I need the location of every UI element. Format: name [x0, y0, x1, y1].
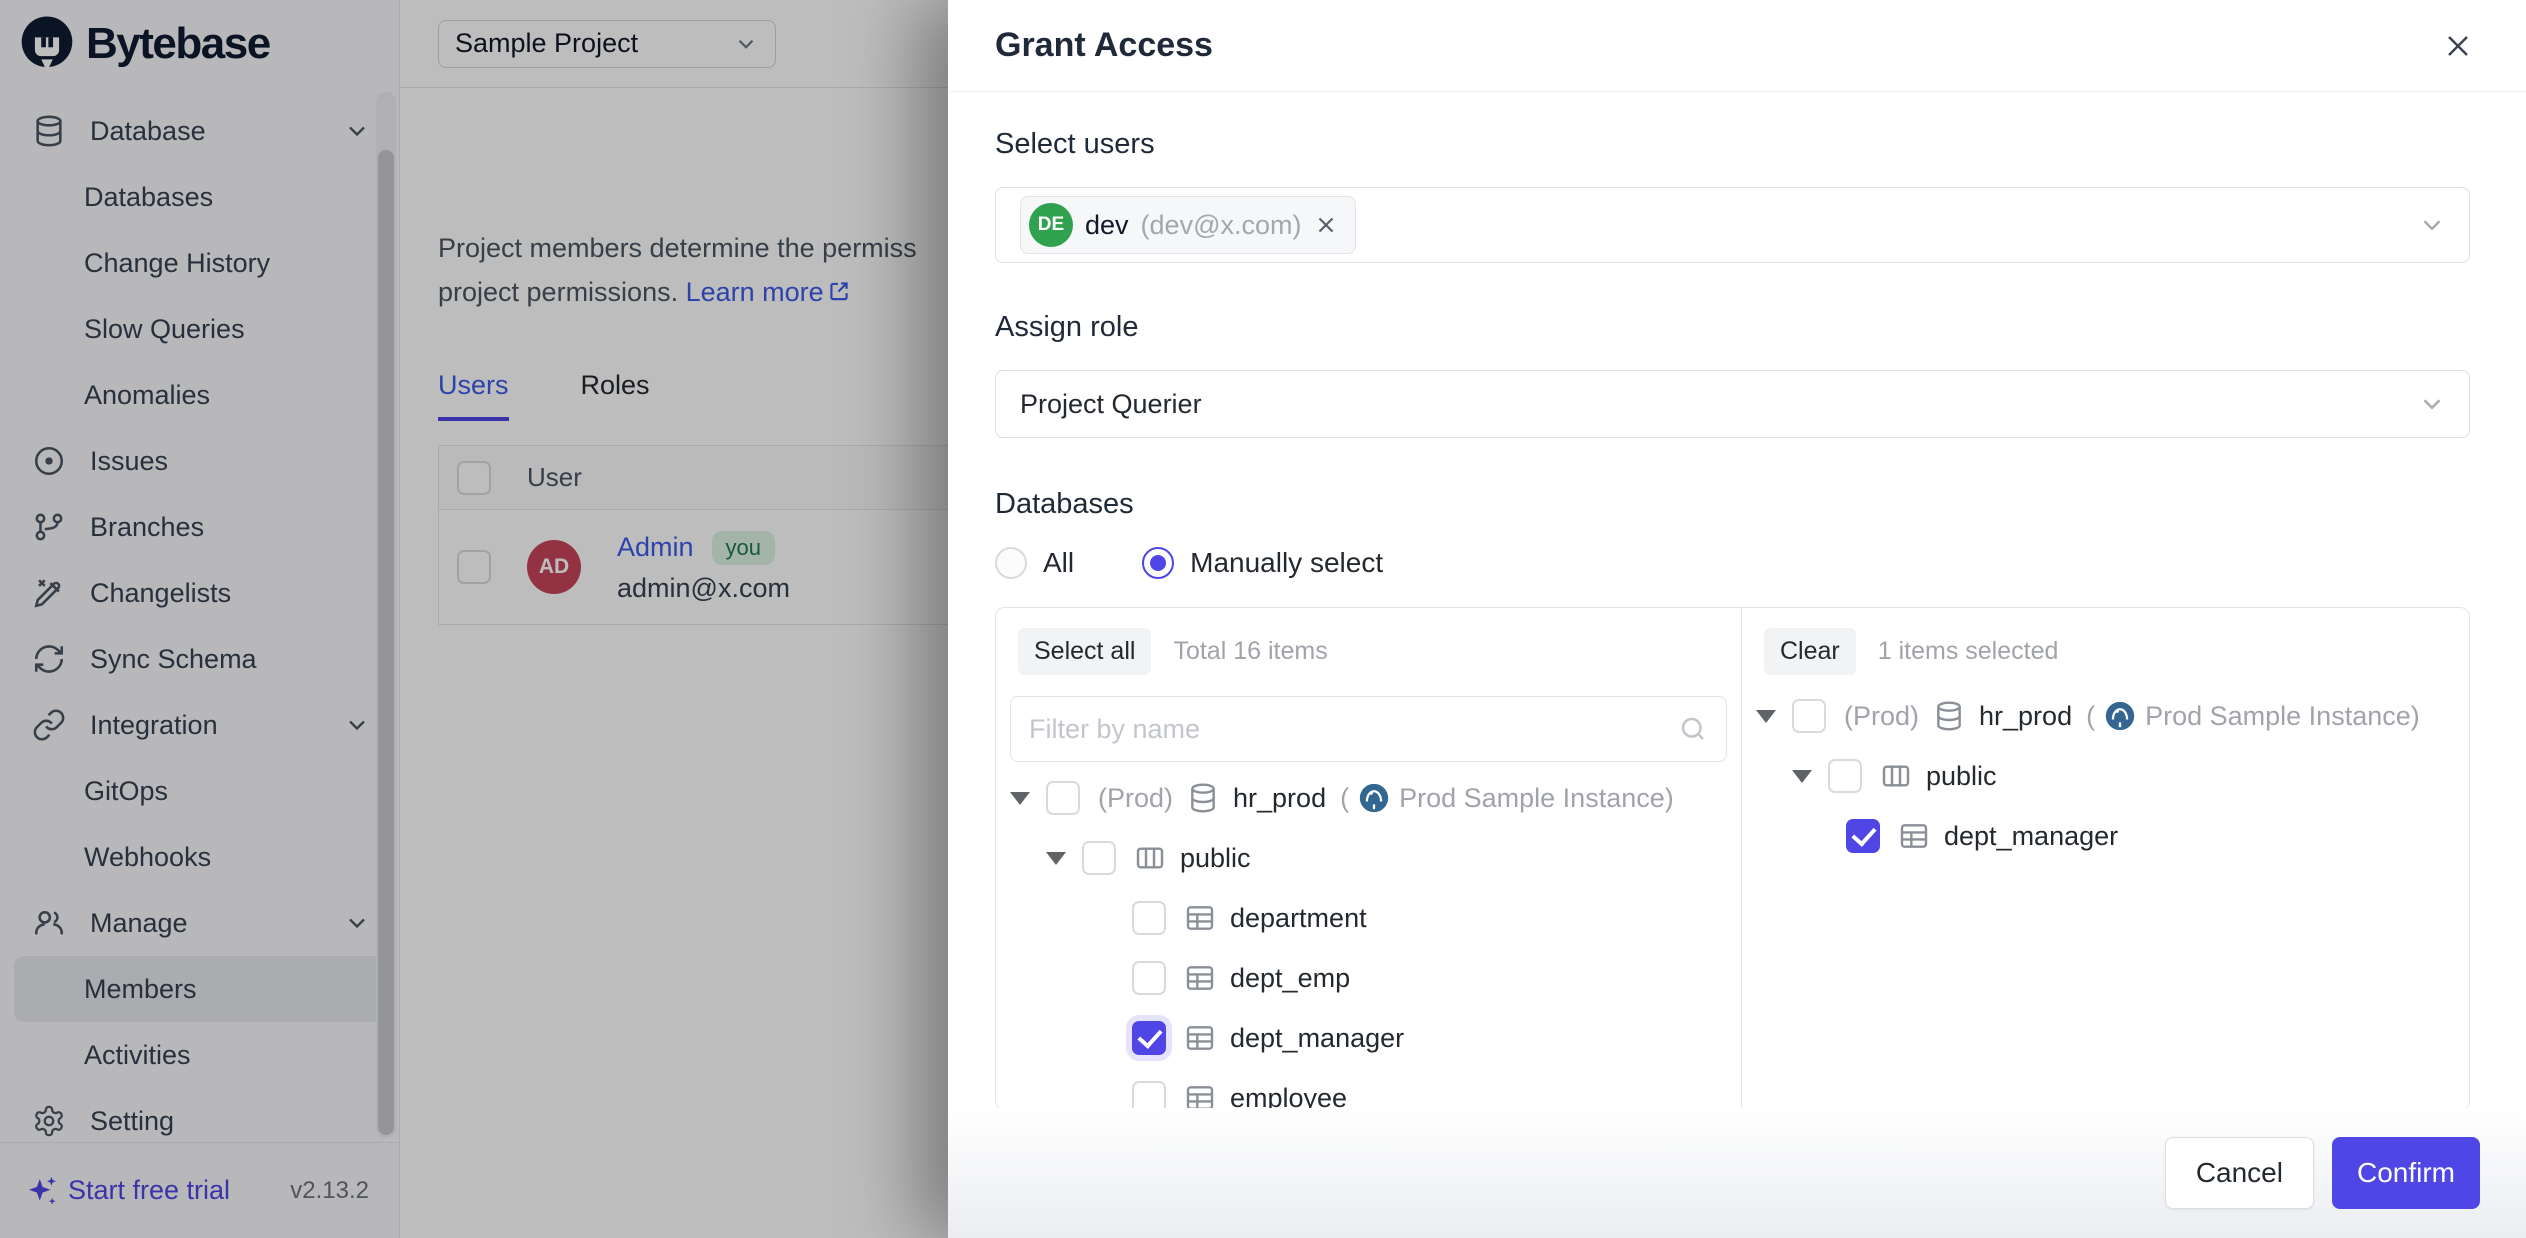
table-name: dept_manager [1230, 1023, 1404, 1054]
tree-row-schema[interactable]: public [1756, 746, 2455, 806]
tree-checkbox[interactable] [1082, 841, 1116, 875]
caret-down-icon[interactable] [1046, 852, 1066, 865]
tree-row-table[interactable]: employee [1010, 1068, 1727, 1108]
tree-row-schema[interactable]: public [1010, 828, 1727, 888]
schema-icon [1134, 842, 1166, 874]
remove-chip-icon[interactable] [1313, 212, 1339, 238]
selected-tree: (Prod) hr_prod ( Prod Sample Instanc [1756, 686, 2455, 866]
table-icon [1184, 962, 1216, 994]
tree-checkbox[interactable] [1046, 781, 1080, 815]
database-transfer-panel: Select all Total 16 items (Prod) hr_prod [995, 607, 2470, 1108]
chevron-down-icon [2417, 210, 2447, 240]
caret-down-icon[interactable] [1010, 792, 1030, 805]
database-icon [1933, 700, 1965, 732]
database-name: hr_prod [1233, 783, 1326, 814]
postgresql-icon [2103, 699, 2137, 733]
selected-panel-header: Clear 1 items selected [1756, 628, 2455, 674]
tree-row-instance[interactable]: (Prod) hr_prod ( Prod Sample Instanc [1756, 686, 2455, 746]
transfer-selected-panel: Clear 1 items selected (Prod) hr_prod ( [1742, 608, 2469, 1108]
tree-row-table[interactable]: dept_manager [1756, 806, 2455, 866]
total-count-label: Total 16 items [1173, 637, 1327, 666]
radio-manually-select[interactable] [1142, 547, 1174, 579]
radio-manual-label: Manually select [1190, 547, 1383, 579]
select-all-button[interactable]: Select all [1018, 628, 1151, 675]
table-name: dept_emp [1230, 963, 1350, 994]
tree-checkbox[interactable] [1132, 1081, 1166, 1108]
tree-checkbox[interactable] [1828, 759, 1862, 793]
postgresql-icon [1357, 781, 1391, 815]
schema-name: public [1926, 761, 1997, 792]
paren: ( [2086, 701, 2095, 732]
paren: ( [1340, 783, 1349, 814]
chip-avatar: DE [1029, 203, 1073, 247]
radio-all[interactable] [995, 547, 1027, 579]
filter-input[interactable] [1029, 714, 1678, 745]
cancel-button[interactable]: Cancel [2165, 1137, 2314, 1209]
select-users-label: Select users [995, 128, 2470, 161]
tree-row-table[interactable]: department [1010, 888, 1727, 948]
radio-all-label: All [1043, 547, 1074, 579]
caret-down-icon[interactable] [1756, 710, 1776, 723]
tree-row-instance[interactable]: (Prod) hr_prod ( Prod Sample Instanc [1010, 768, 1727, 828]
role-value: Project Querier [1020, 389, 1202, 420]
tree-row-table[interactable]: dept_manager [1010, 1008, 1727, 1068]
database-name: hr_prod [1979, 701, 2072, 732]
source-tree: (Prod) hr_prod ( Prod Sample Instanc [1010, 768, 1727, 1108]
table-icon [1898, 820, 1930, 852]
tree-checkbox[interactable] [1132, 961, 1166, 995]
modal-header: Grant Access [948, 0, 2526, 92]
tree-checkbox[interactable] [1792, 699, 1826, 733]
assign-role-label: Assign role [995, 311, 2470, 344]
chip-name: dev [1085, 210, 1129, 241]
caret-down-icon[interactable] [1792, 770, 1812, 783]
instance-label: ( Prod Sample Instance) [2086, 699, 2420, 733]
transfer-source-panel: Select all Total 16 items (Prod) hr_prod [996, 608, 1742, 1108]
close-icon[interactable] [2440, 28, 2476, 64]
modal-footer: Cancel Confirm [948, 1108, 2526, 1238]
selected-count-label: 1 items selected [1878, 637, 2059, 666]
confirm-button[interactable]: Confirm [2332, 1137, 2480, 1209]
tree-row-table[interactable]: dept_emp [1010, 948, 1727, 1008]
instance-name: Prod Sample Instance) [1399, 783, 1674, 814]
env-label: (Prod) [1844, 701, 1919, 732]
clear-button[interactable]: Clear [1764, 628, 1856, 675]
tree-checkbox-checked[interactable] [1846, 819, 1880, 853]
grant-access-modal: Grant Access Select users DE dev (dev@x.… [948, 0, 2526, 1238]
chip-email: (dev@x.com) [1141, 210, 1302, 241]
table-name: department [1230, 903, 1367, 934]
schema-icon [1880, 760, 1912, 792]
table-icon [1184, 1022, 1216, 1054]
tree-checkbox[interactable] [1132, 901, 1166, 935]
table-name: dept_manager [1944, 821, 2118, 852]
instance-name: Prod Sample Instance) [2145, 701, 2420, 732]
instance-label: ( Prod Sample Instance) [1340, 781, 1674, 815]
user-chip: DE dev (dev@x.com) [1020, 196, 1356, 254]
search-icon [1678, 714, 1708, 744]
database-scope-radios: All Manually select [995, 547, 2470, 579]
modal-body: Select users DE dev (dev@x.com) Assign r… [948, 92, 2526, 1108]
tree-checkbox-checked[interactable] [1132, 1021, 1166, 1055]
modal-title: Grant Access [995, 26, 1213, 65]
users-multiselect[interactable]: DE dev (dev@x.com) [995, 187, 2470, 263]
chevron-down-icon [2417, 389, 2447, 419]
database-icon [1187, 782, 1219, 814]
table-icon [1184, 902, 1216, 934]
schema-name: public [1180, 843, 1251, 874]
source-panel-header: Select all Total 16 items [1010, 628, 1727, 674]
databases-label: Databases [995, 488, 2470, 521]
env-label: (Prod) [1098, 783, 1173, 814]
table-name: employee [1230, 1083, 1347, 1109]
filter-box [1010, 696, 1727, 762]
role-select[interactable]: Project Querier [995, 370, 2470, 438]
table-icon [1184, 1082, 1216, 1108]
